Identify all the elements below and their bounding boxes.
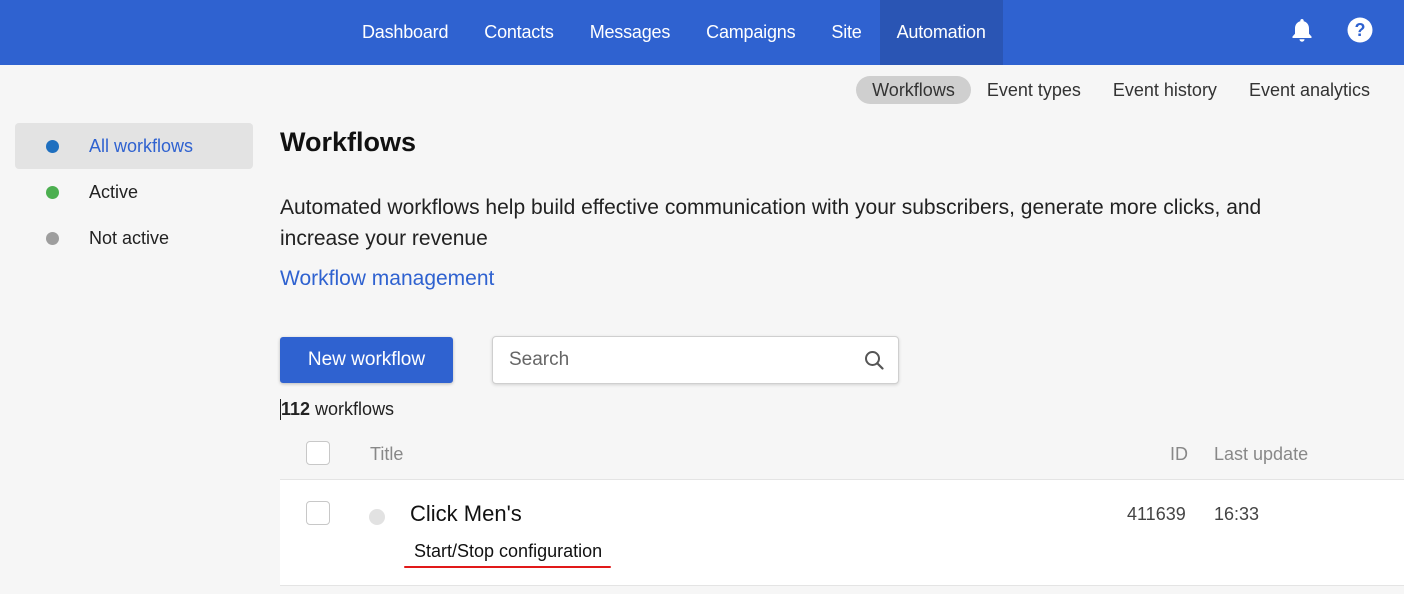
workflow-title[interactable]: Click Men's	[410, 501, 522, 527]
status-dot-active	[46, 185, 59, 199]
page-title: Workflows	[280, 127, 417, 157]
top-navigation-bar: Dashboard Contacts Messages Campaigns Si…	[0, 0, 1404, 65]
column-header-id[interactable]: ID	[1170, 444, 1188, 465]
column-header-last-update[interactable]: Last update	[1214, 444, 1308, 465]
search-input[interactable]	[509, 337, 849, 383]
subnav-event-history[interactable]: Event history	[1097, 76, 1233, 104]
nav-messages[interactable]: Messages	[572, 0, 688, 65]
nav-campaigns[interactable]: Campaigns	[688, 0, 813, 65]
workflow-last-update: 16:33	[1214, 504, 1260, 524]
subnav-event-types[interactable]: Event types	[971, 76, 1097, 104]
help-icon[interactable]: ?	[1346, 16, 1374, 44]
workflow-management-link[interactable]: Workflow management	[280, 267, 494, 291]
workflow-count-number: 112	[281, 399, 311, 419]
subnav-event-analytics[interactable]: Event analytics	[1233, 76, 1386, 104]
workflow-count: 112 workflows	[280, 399, 394, 420]
column-header-title[interactable]: Title	[370, 444, 403, 465]
row-checkbox[interactable]	[306, 501, 330, 525]
status-dot-not-active	[46, 231, 59, 245]
sub-navigation: Workflows Event types Event history Even…	[856, 76, 1386, 104]
sidebar-item-active[interactable]: Active	[15, 169, 253, 215]
sidebar-item-all-workflows[interactable]: All workflows	[15, 123, 253, 169]
nav-automation[interactable]: Automation	[879, 0, 1003, 65]
status-dot-all	[46, 139, 59, 153]
nav-contacts[interactable]: Contacts	[466, 0, 571, 65]
bell-icon[interactable]	[1288, 16, 1316, 44]
search-icon[interactable]	[864, 350, 884, 370]
subnav-workflows[interactable]: Workflows	[856, 76, 971, 104]
search-box	[492, 336, 899, 384]
workflow-filter-sidebar: All workflows Active Not active	[15, 123, 253, 261]
status-indicator	[369, 509, 385, 525]
page-description: Automated workflows help build effective…	[280, 196, 1262, 250]
red-underline-annotation	[404, 566, 611, 568]
table-row[interactable]: Click Men's Start/Stop configuration 411…	[280, 479, 1404, 586]
sidebar-item-label: Not active	[89, 227, 170, 248]
sidebar-item-label: All workflows	[89, 135, 194, 156]
sidebar-item-not-active[interactable]: Not active	[15, 215, 253, 261]
workflow-count-label: workflows	[310, 399, 395, 419]
nav-site[interactable]: Site	[813, 0, 879, 65]
sidebar-item-label: Active	[89, 181, 139, 202]
select-all-checkbox[interactable]	[306, 441, 330, 465]
svg-text:?: ?	[1355, 20, 1366, 40]
new-workflow-button[interactable]: New workflow	[280, 337, 453, 383]
nav-dashboard[interactable]: Dashboard	[344, 0, 466, 65]
main-nav: Dashboard Contacts Messages Campaigns Si…	[344, 0, 1003, 65]
workflow-subtitle[interactable]: Start/Stop configuration	[414, 541, 602, 562]
workflow-id: 411639	[1127, 504, 1186, 524]
